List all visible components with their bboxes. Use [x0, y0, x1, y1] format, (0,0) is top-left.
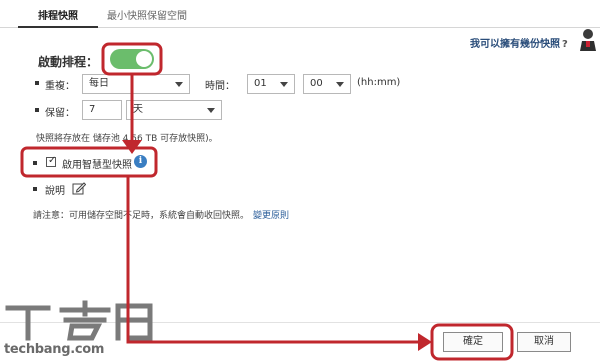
smart-snapshot-checkbox[interactable]: ✓ [46, 155, 57, 167]
help-avatar-icon [580, 29, 596, 51]
repeat-label: 重複： [45, 81, 75, 92]
bullet [35, 81, 39, 85]
bullet [35, 108, 39, 112]
tab-schedule-snapshot[interactable]: 排程快照 [18, 0, 98, 28]
minute-select-value: 00 [310, 78, 323, 89]
enable-schedule-label: 啟動排程： [38, 55, 99, 69]
time-format-hint: (hh:mm) [357, 77, 401, 88]
hour-select[interactable]: 01 [247, 74, 295, 94]
description-label: 說明 [45, 186, 65, 197]
repeat-select[interactable]: 每日 [82, 74, 190, 94]
help-link-text[interactable]: 我可以擁有幾份快照 [470, 39, 560, 50]
minute-select[interactable]: 00 [303, 74, 351, 94]
retain-count-input[interactable]: 7 [82, 100, 122, 120]
storage-info-text: 快照將存放在 儲存池 4.56 TB 可存放快照)。 [36, 134, 218, 144]
bullet [33, 161, 37, 165]
hour-select-value: 01 [254, 78, 267, 89]
arrow-to-ok-button [126, 176, 420, 344]
toggle-knob [136, 51, 152, 67]
caret-down-icon [280, 82, 288, 87]
tab-min-reserved-space[interactable]: 最小快照保留空間 [102, 0, 192, 28]
repeat-select-value: 每日 [89, 78, 109, 89]
smart-snapshot-label[interactable]: 啟用智慧型快照 [62, 156, 132, 171]
caret-down-icon [175, 82, 183, 87]
arrowhead-ok-button [418, 333, 432, 351]
help-link[interactable]: 我可以擁有幾份快照? [470, 35, 568, 50]
enable-schedule-toggle[interactable] [110, 49, 154, 69]
edit-icon[interactable] [72, 181, 86, 195]
retain-label: 保留： [45, 108, 75, 119]
notice-text: 請注意：可用儲存空間不足時，系統會自動收回快照。 [33, 211, 250, 221]
retain-unit-select[interactable]: 天 [126, 100, 222, 120]
retain-unit-value: 天 [133, 104, 143, 115]
tab-bar: 排程快照 最小快照保留空間 [0, 0, 600, 28]
bullet [33, 187, 37, 191]
change-policy-link[interactable]: 變更原則 [253, 211, 289, 221]
info-icon[interactable]: i [134, 155, 147, 168]
time-label: 時間： [205, 81, 235, 92]
notice: 請注意：可用儲存空間不足時，系統會自動收回快照。 變更原則 [33, 208, 289, 221]
caret-down-icon [207, 108, 215, 113]
ok-button[interactable]: 確定 [443, 332, 503, 352]
caret-down-icon [336, 82, 344, 87]
check-mark-icon: ✓ [48, 155, 57, 166]
cancel-button[interactable]: 取消 [517, 332, 571, 352]
watermark-text: techbang.com [4, 342, 105, 357]
help-question-mark: ? [562, 39, 568, 50]
